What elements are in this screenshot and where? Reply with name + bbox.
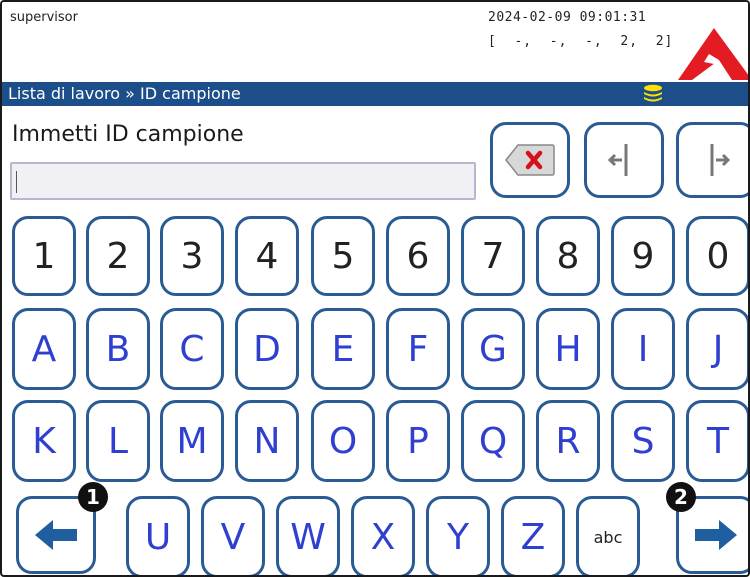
key-v[interactable]: V <box>201 496 265 575</box>
key-1[interactable]: 1 <box>12 216 76 296</box>
cursor-right-icon <box>710 144 731 176</box>
text-caret <box>16 171 17 193</box>
key-d[interactable]: D <box>235 308 299 390</box>
key-e[interactable]: E <box>311 308 375 390</box>
breadcrumb-bar: Lista di lavoro » ID campione <box>2 82 748 106</box>
input-prompt: Immetti ID campione <box>12 122 244 147</box>
key-5[interactable]: 5 <box>311 216 375 296</box>
key-l[interactable]: L <box>86 400 150 482</box>
key-s[interactable]: S <box>611 400 675 482</box>
key-h[interactable]: H <box>536 308 600 390</box>
arrow-left-icon <box>35 520 77 550</box>
callout-marker-2: 2 <box>666 482 696 512</box>
key-9[interactable]: 9 <box>611 216 675 296</box>
key-7[interactable]: 7 <box>461 216 525 296</box>
sample-id-input[interactable] <box>10 162 476 200</box>
breadcrumb: Lista di lavoro » ID campione <box>8 84 241 103</box>
datetime: 2024-02-09 09:01:31 <box>488 10 647 25</box>
key-b[interactable]: B <box>86 308 150 390</box>
key-n[interactable]: N <box>235 400 299 482</box>
key-8[interactable]: 8 <box>536 216 600 296</box>
arrow-right-icon <box>695 520 737 550</box>
key-j[interactable]: J <box>686 308 748 390</box>
status-indicators: [ -, -, -, 2, 2] <box>488 34 674 49</box>
key-f[interactable]: F <box>386 308 450 390</box>
key-6[interactable]: 6 <box>386 216 450 296</box>
backspace-x-icon <box>505 144 555 176</box>
key-k[interactable]: K <box>12 400 76 482</box>
key-r[interactable]: R <box>536 400 600 482</box>
key-u[interactable]: U <box>126 496 190 575</box>
cursor-right-button[interactable] <box>676 122 748 198</box>
cursor-left-icon <box>607 144 628 176</box>
key-p[interactable]: P <box>386 400 450 482</box>
status-bar: supervisor 2024-02-09 09:01:31 [ -, -, -… <box>2 2 748 82</box>
key-abc-case-toggle[interactable]: abc <box>576 496 640 575</box>
key-4[interactable]: 4 <box>235 216 299 296</box>
key-x[interactable]: X <box>351 496 415 575</box>
key-z[interactable]: Z <box>501 496 565 575</box>
key-o[interactable]: O <box>311 400 375 482</box>
key-i[interactable]: I <box>611 308 675 390</box>
key-2[interactable]: 2 <box>86 216 150 296</box>
callout-marker-1: 1 <box>78 482 108 512</box>
key-g[interactable]: G <box>461 308 525 390</box>
key-a[interactable]: A <box>12 308 76 390</box>
key-w[interactable]: W <box>276 496 340 575</box>
user-name: supervisor <box>10 10 78 25</box>
key-q[interactable]: Q <box>461 400 525 482</box>
cursor-left-button[interactable] <box>584 122 664 198</box>
key-3[interactable]: 3 <box>160 216 224 296</box>
key-c[interactable]: C <box>160 308 224 390</box>
brand-logo-icon <box>678 28 748 80</box>
device-screen: supervisor 2024-02-09 09:01:31 [ -, -, -… <box>0 0 750 577</box>
backspace-button[interactable] <box>490 122 570 198</box>
key-m[interactable]: M <box>160 400 224 482</box>
key-y[interactable]: Y <box>426 496 490 575</box>
key-t[interactable]: T <box>686 400 748 482</box>
key-0[interactable]: 0 <box>686 216 748 296</box>
database-icon <box>644 84 662 102</box>
